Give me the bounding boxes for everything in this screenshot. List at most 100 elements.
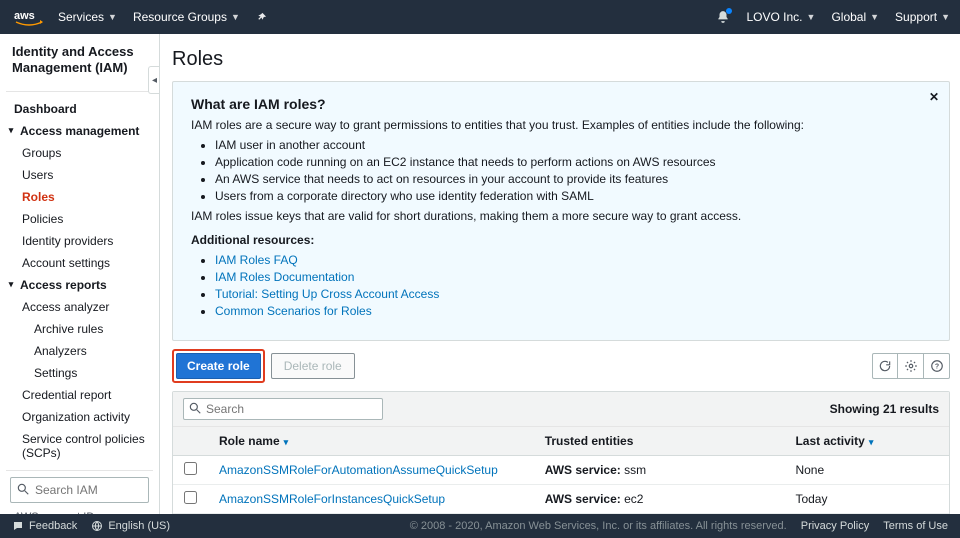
nav-services[interactable]: Services ▼ <box>58 10 117 24</box>
sort-icon: ▾ <box>869 437 874 447</box>
caret-down-icon: ▾ <box>6 125 16 136</box>
page-title: Roles <box>172 48 950 71</box>
action-row: Create role Delete role ? <box>172 349 950 383</box>
table-search-input[interactable] <box>183 398 383 420</box>
refresh-button[interactable] <box>872 353 898 379</box>
info-paragraph: IAM roles are a secure way to grant perm… <box>191 118 931 132</box>
sidebar-item-dashboard[interactable]: Dashboard <box>6 98 153 120</box>
sidebar: Identity and Access Management (IAM) ◂ D… <box>0 34 160 514</box>
nav-services-label: Services <box>58 10 104 24</box>
language-button[interactable]: English (US) <box>91 520 170 532</box>
top-nav: aws Services ▼ Resource Groups ▼ LOVO Inc.… <box>0 0 960 34</box>
trusted-prefix: AWS service: <box>545 492 621 506</box>
sidebar-search <box>10 477 149 503</box>
sidebar-group-label: Access reports <box>20 278 107 292</box>
info-link[interactable]: IAM Roles FAQ <box>215 253 298 267</box>
table-search <box>183 398 383 420</box>
sidebar-item-policies[interactable]: Policies <box>6 208 153 230</box>
nav-region-label: Global <box>831 10 866 24</box>
copyright-text: © 2008 - 2020, Amazon Web Services, Inc.… <box>410 520 787 532</box>
sidebar-collapse-button[interactable]: ◂ <box>148 66 160 94</box>
chevron-down-icon: ▼ <box>807 12 816 22</box>
nav-account[interactable]: LOVO Inc. ▼ <box>746 10 815 24</box>
col-trusted-entities[interactable]: Trusted entities <box>535 427 786 456</box>
sidebar-item-groups[interactable]: Groups <box>6 142 153 164</box>
search-icon <box>16 482 30 499</box>
help-button[interactable]: ? <box>924 353 950 379</box>
trusted-prefix: AWS service: <box>545 463 621 477</box>
nav-resource-groups[interactable]: Resource Groups ▼ <box>133 10 240 24</box>
col-last-activity[interactable]: Last activity▾ <box>785 427 949 456</box>
info-links-list: IAM Roles FAQ IAM Roles Documentation Tu… <box>215 253 931 318</box>
sidebar-item-scps[interactable]: Service control policies (SCPs) <box>6 428 153 464</box>
create-role-button[interactable]: Create role <box>176 353 261 379</box>
last-activity-value: None <box>785 456 949 485</box>
nav-support[interactable]: Support ▼ <box>895 10 950 24</box>
sidebar-group-access-reports[interactable]: ▾ Access reports <box>6 274 153 296</box>
table-row: AmazonSSMRoleForInstancesQuickSetup AWS s… <box>173 485 949 514</box>
privacy-link[interactable]: Privacy Policy <box>801 520 869 532</box>
chevron-down-icon: ▼ <box>941 12 950 22</box>
feedback-button[interactable]: Feedback <box>12 520 77 532</box>
table-row: AmazonSSMRoleForAutomationAssumeQuickSet… <box>173 456 949 485</box>
pin-icon[interactable] <box>256 12 267 23</box>
row-checkbox[interactable] <box>184 462 197 475</box>
notifications-button[interactable] <box>716 10 730 24</box>
feedback-label: Feedback <box>29 520 77 532</box>
sort-icon: ▾ <box>284 437 289 447</box>
sidebar-item-settings[interactable]: Settings <box>6 362 153 384</box>
sidebar-item-account-settings[interactable]: Account settings <box>6 252 153 274</box>
info-additional-label: Additional resources: <box>191 233 931 247</box>
last-activity-value: Today <box>785 485 949 514</box>
sidebar-item-archive-rules[interactable]: Archive rules <box>6 318 153 340</box>
row-checkbox[interactable] <box>184 491 197 504</box>
sidebar-group-label: Access management <box>20 124 139 138</box>
chevron-down-icon: ▼ <box>870 12 879 22</box>
results-count: Showing 21 results <box>830 402 939 416</box>
settings-button[interactable] <box>898 353 924 379</box>
nav-region[interactable]: Global ▼ <box>831 10 879 24</box>
caret-down-icon: ▾ <box>6 279 16 290</box>
sidebar-item-access-analyzer[interactable]: Access analyzer <box>6 296 153 318</box>
info-box: ✕ What are IAM roles? IAM roles are a se… <box>172 81 950 341</box>
svg-text:aws: aws <box>14 10 35 22</box>
trusted-value: ssm <box>624 463 646 477</box>
info-bullet: An AWS service that needs to act on reso… <box>215 172 931 186</box>
content: Roles ✕ What are IAM roles? IAM roles ar… <box>160 34 960 514</box>
nav-resource-groups-label: Resource Groups <box>133 10 227 24</box>
service-title: Identity and Access Management (IAM) <box>6 44 153 85</box>
nav-support-label: Support <box>895 10 937 24</box>
role-name-link[interactable]: AmazonSSMRoleForInstancesQuickSetup <box>219 492 445 506</box>
create-role-highlight: Create role <box>172 349 265 383</box>
role-name-link[interactable]: AmazonSSMRoleForAutomationAssumeQuickSet… <box>219 463 498 477</box>
roles-table: Role name▾ Trusted entities Last activit… <box>173 426 949 514</box>
sidebar-item-users[interactable]: Users <box>6 164 153 186</box>
col-checkbox <box>173 427 209 456</box>
terms-link[interactable]: Terms of Use <box>883 520 948 532</box>
roles-panel: Showing 21 results Role name▾ Trusted en… <box>172 391 950 514</box>
search-icon <box>188 401 202 418</box>
sidebar-group-access-management[interactable]: ▾ Access management <box>6 120 153 142</box>
footer: Feedback English (US) © 2008 - 2020, Ama… <box>0 514 960 538</box>
sidebar-item-identity-providers[interactable]: Identity providers <box>6 230 153 252</box>
info-bullet-list: IAM user in another account Application … <box>215 138 931 203</box>
info-link[interactable]: Common Scenarios for Roles <box>215 304 372 318</box>
chevron-down-icon: ▼ <box>231 12 240 22</box>
close-icon[interactable]: ✕ <box>929 90 939 104</box>
sidebar-item-analyzers[interactable]: Analyzers <box>6 340 153 362</box>
notification-dot <box>726 8 732 14</box>
info-link[interactable]: IAM Roles Documentation <box>215 270 354 284</box>
sidebar-item-organization-activity[interactable]: Organization activity <box>6 406 153 428</box>
sidebar-search-input[interactable] <box>10 477 149 503</box>
panel-toolbar: Showing 21 results <box>173 392 949 426</box>
info-paragraph: IAM roles issue keys that are valid for … <box>191 209 931 223</box>
chevron-down-icon: ▼ <box>108 12 117 22</box>
col-role-name[interactable]: Role name▾ <box>209 427 535 456</box>
sidebar-item-credential-report[interactable]: Credential report <box>6 384 153 406</box>
sidebar-item-roles[interactable]: Roles <box>6 186 153 208</box>
delete-role-button: Delete role <box>271 353 355 379</box>
nav-account-label: LOVO Inc. <box>746 10 802 24</box>
info-link[interactable]: Tutorial: Setting Up Cross Account Acces… <box>215 287 439 301</box>
aws-logo[interactable]: aws <box>14 8 44 26</box>
info-heading: What are IAM roles? <box>191 96 931 112</box>
